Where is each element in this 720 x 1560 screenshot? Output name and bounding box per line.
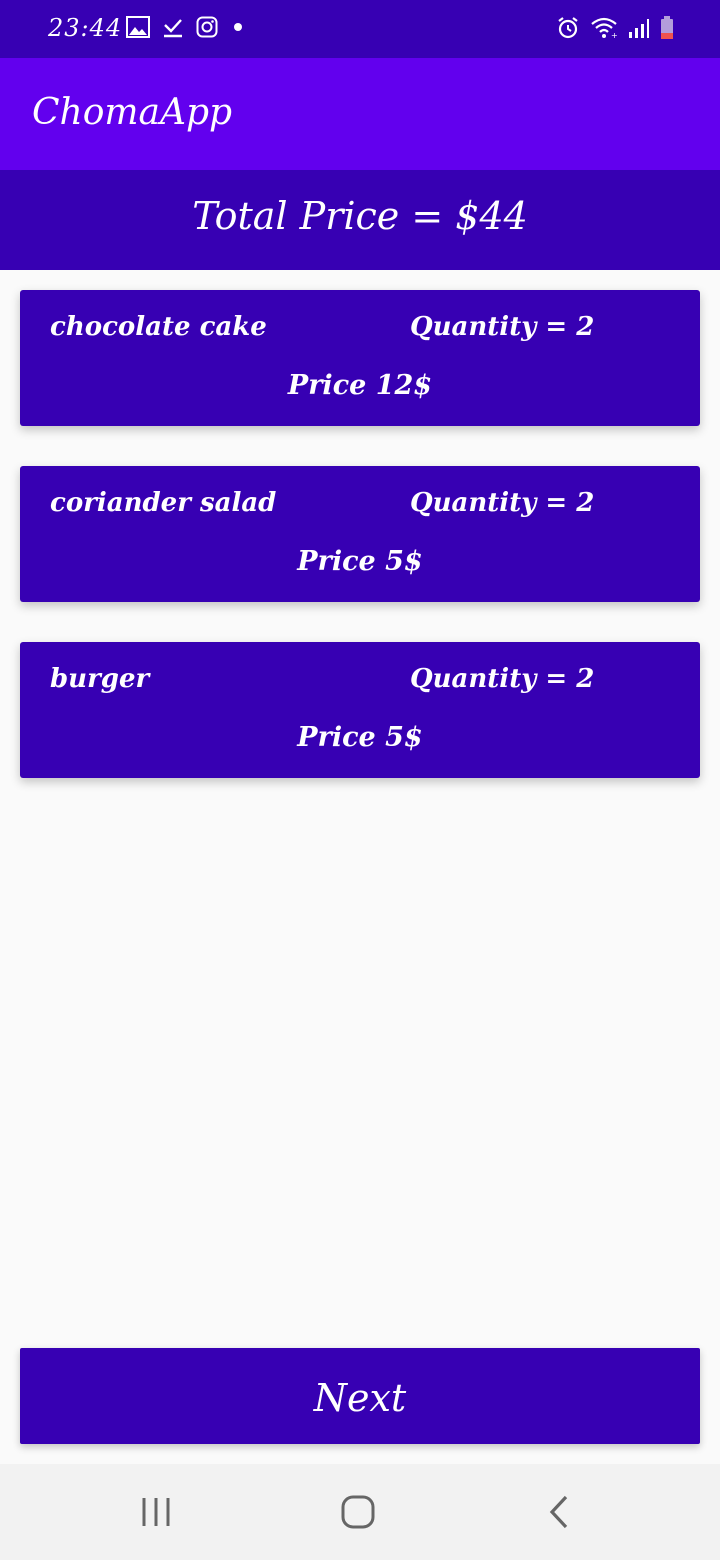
- recent-apps-button[interactable]: [132, 1490, 180, 1534]
- item-name: coriander salad: [50, 488, 277, 518]
- signal-icon: [628, 17, 650, 39]
- status-system-icons: +: [556, 16, 674, 40]
- next-button-label: Next: [313, 1376, 407, 1420]
- svg-text:+: +: [611, 31, 618, 40]
- item-quantity: Quantity = 2: [410, 312, 595, 342]
- app-bar: ChomaApp: [0, 58, 720, 170]
- download-done-icon: [162, 16, 184, 38]
- back-button[interactable]: [536, 1490, 584, 1534]
- cart-list: chocolate cake Quantity = 2 Price 12$ co…: [20, 290, 700, 818]
- app-title: ChomaApp: [32, 92, 233, 133]
- item-price: Price 12$: [287, 370, 433, 401]
- alarm-icon: [556, 16, 580, 40]
- wifi-icon: +: [590, 16, 618, 40]
- cart-item[interactable]: chocolate cake Quantity = 2 Price 12$: [20, 290, 700, 426]
- home-icon: [334, 1490, 382, 1534]
- status-notification-icons: [126, 16, 246, 38]
- item-quantity: Quantity = 2: [410, 664, 595, 694]
- status-bar: 23:44 +: [0, 0, 720, 58]
- recent-apps-icon: [132, 1490, 180, 1534]
- next-button[interactable]: Next: [20, 1348, 700, 1444]
- item-name: burger: [50, 664, 150, 694]
- navigation-bar: [0, 1464, 720, 1560]
- total-price-banner: Total Price = $44: [0, 170, 720, 270]
- gallery-icon: [126, 16, 150, 38]
- cart-item[interactable]: coriander salad Quantity = 2 Price 5$: [20, 466, 700, 602]
- item-price: Price 5$: [297, 722, 423, 753]
- status-time: 23:44: [48, 14, 123, 42]
- instagram-icon: [196, 16, 218, 38]
- cart-item[interactable]: burger Quantity = 2 Price 5$: [20, 642, 700, 778]
- home-button[interactable]: [334, 1490, 382, 1534]
- total-price-label: Total Price = $44: [192, 194, 528, 238]
- dot-icon: [230, 16, 246, 38]
- item-quantity: Quantity = 2: [410, 488, 595, 518]
- item-price: Price 5$: [297, 546, 423, 577]
- back-icon: [536, 1490, 584, 1534]
- battery-icon: [660, 16, 674, 40]
- item-name: chocolate cake: [50, 312, 267, 342]
